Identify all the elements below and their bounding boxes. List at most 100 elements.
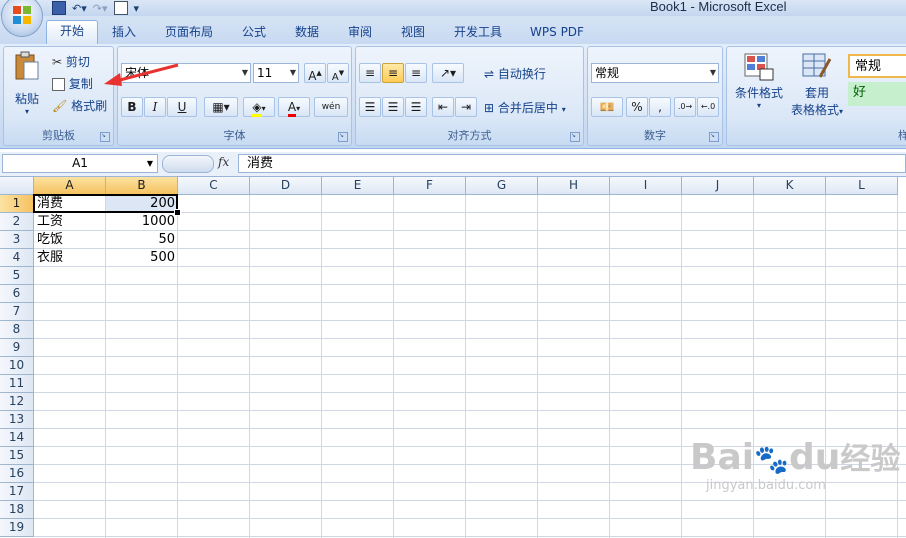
row-header[interactable]: 2: [0, 213, 34, 231]
formula-input[interactable]: 消费: [238, 154, 906, 173]
currency-button[interactable]: 💴: [591, 97, 623, 117]
row-header[interactable]: 8: [0, 321, 34, 339]
formula-bar-resize-handle[interactable]: [162, 155, 214, 173]
copy-button[interactable]: 复制: [52, 75, 93, 92]
font-color-button[interactable]: A▾: [278, 97, 310, 117]
cell-A2[interactable]: 工资: [34, 213, 106, 231]
comma-button[interactable]: ,: [649, 97, 671, 117]
row-header[interactable]: 5: [0, 267, 34, 285]
row-header[interactable]: 7: [0, 303, 34, 321]
percent-button[interactable]: %: [626, 97, 648, 117]
row-header[interactable]: 10: [0, 357, 34, 375]
row-header[interactable]: 1: [0, 195, 34, 213]
column-header[interactable]: A: [34, 177, 106, 195]
italic-button[interactable]: I: [144, 97, 166, 117]
underline-button[interactable]: U: [167, 97, 197, 117]
fill-color-button[interactable]: ◈▾: [243, 97, 275, 117]
insert-function-icon[interactable]: fx: [218, 155, 229, 169]
align-bottom-button[interactable]: ≡: [405, 63, 427, 83]
row-header[interactable]: 6: [0, 285, 34, 303]
column-header[interactable]: K: [754, 177, 826, 195]
row-header[interactable]: 13: [0, 411, 34, 429]
paste-icon: [15, 51, 39, 80]
align-middle-button[interactable]: ≡: [382, 63, 404, 83]
cell-B3[interactable]: 50: [106, 231, 178, 249]
cut-button[interactable]: ✂ 剪切: [52, 53, 90, 70]
column-header[interactable]: L: [826, 177, 898, 195]
font-size-combo[interactable]: 11 ▼: [253, 63, 299, 83]
merge-center-button[interactable]: ⊞ 合并后居中 ▾: [484, 99, 566, 116]
column-header[interactable]: E: [322, 177, 394, 195]
print-preview-icon[interactable]: [113, 1, 128, 15]
orientation-button[interactable]: ↗▾: [432, 63, 464, 83]
conditional-formatting-button[interactable]: 条件格式 ▾: [731, 53, 787, 110]
grow-font-button[interactable]: A▲: [304, 63, 326, 83]
cell-B4[interactable]: 500: [106, 249, 178, 267]
cell-B1[interactable]: 200: [106, 195, 178, 213]
column-header[interactable]: F: [394, 177, 466, 195]
style-normal[interactable]: 常规: [848, 54, 906, 78]
decrease-indent-button[interactable]: ⇤: [432, 97, 454, 117]
column-header[interactable]: C: [178, 177, 250, 195]
align-center-button[interactable]: ☰: [382, 97, 404, 117]
format-painter-button[interactable]: 🖌 格式刷: [52, 97, 107, 114]
cell-A1[interactable]: 消费: [34, 195, 106, 213]
save-icon[interactable]: [52, 1, 66, 15]
column-header[interactable]: I: [610, 177, 682, 195]
column-header[interactable]: D: [250, 177, 322, 195]
select-all-corner[interactable]: [0, 177, 34, 195]
row-header[interactable]: 3: [0, 231, 34, 249]
dialog-launcher-icon[interactable]: ↘: [100, 132, 110, 142]
bold-button[interactable]: B: [121, 97, 143, 117]
cell-A4[interactable]: 衣服: [34, 249, 106, 267]
paste-button[interactable]: 粘贴 ▾: [10, 51, 44, 123]
format-as-table-button[interactable]: 套用 表格格式▾: [785, 53, 849, 118]
cell-B2[interactable]: 1000: [106, 213, 178, 231]
tab-review[interactable]: 审阅: [340, 22, 380, 44]
tab-insert[interactable]: 插入: [104, 22, 144, 44]
row-header[interactable]: 12: [0, 393, 34, 411]
column-header[interactable]: J: [682, 177, 754, 195]
row-header[interactable]: 14: [0, 429, 34, 447]
dialog-launcher-icon[interactable]: ↘: [570, 132, 580, 142]
align-top-button[interactable]: ≡: [359, 63, 381, 83]
tab-developer[interactable]: 开发工具: [446, 22, 510, 44]
customize-qat-icon[interactable]: ▾: [134, 2, 140, 15]
column-header[interactable]: B: [106, 177, 178, 195]
table-format-icon: [802, 53, 832, 78]
tab-page-layout[interactable]: 页面布局: [158, 22, 220, 44]
row-header[interactable]: 16: [0, 465, 34, 483]
undo-icon[interactable]: ↶▾: [72, 2, 87, 15]
dialog-launcher-icon[interactable]: ↘: [709, 132, 719, 142]
row-header[interactable]: 11: [0, 375, 34, 393]
align-right-button[interactable]: ☰: [405, 97, 427, 117]
decrease-decimal-button[interactable]: ←.0: [697, 97, 719, 117]
increase-indent-button[interactable]: ⇥: [455, 97, 477, 117]
redo-icon[interactable]: ↷▾: [93, 2, 108, 15]
cell-A3[interactable]: 吃饭: [34, 231, 106, 249]
fill-handle[interactable]: [174, 209, 181, 216]
style-good[interactable]: 好: [848, 82, 906, 106]
tab-wps-pdf[interactable]: WPS PDF: [524, 22, 590, 44]
tab-home[interactable]: 开始: [46, 20, 98, 45]
align-left-button[interactable]: ☰: [359, 97, 381, 117]
increase-decimal-button[interactable]: .0→: [674, 97, 696, 117]
number-format-combo[interactable]: 常规 ▼: [591, 63, 719, 83]
tab-view[interactable]: 视图: [393, 22, 433, 44]
tab-formulas[interactable]: 公式: [234, 22, 274, 44]
tab-data[interactable]: 数据: [287, 22, 327, 44]
row-header[interactable]: 17: [0, 483, 34, 501]
name-box[interactable]: A1 ▼: [2, 154, 158, 173]
row-header[interactable]: 18: [0, 501, 34, 519]
wrap-text-button[interactable]: ⇌ 自动换行: [484, 65, 546, 82]
dialog-launcher-icon[interactable]: ↘: [338, 132, 348, 142]
column-header[interactable]: H: [538, 177, 610, 195]
phonetic-guide-button[interactable]: wén: [314, 97, 348, 117]
row-header[interactable]: 15: [0, 447, 34, 465]
row-header[interactable]: 9: [0, 339, 34, 357]
row-header[interactable]: 4: [0, 249, 34, 267]
row-header[interactable]: 19: [0, 519, 34, 537]
shrink-font-button[interactable]: A▼: [327, 63, 349, 83]
column-header[interactable]: G: [466, 177, 538, 195]
borders-button[interactable]: ▦▾: [204, 97, 238, 117]
